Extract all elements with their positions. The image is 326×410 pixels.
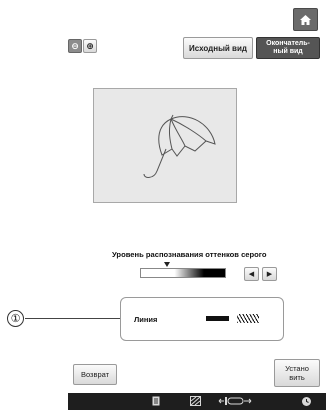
- line-setting-panel: Линия: [120, 297, 284, 341]
- gradient-marker: [164, 262, 170, 267]
- line-label: Линия: [134, 315, 158, 324]
- callout-number: ①: [7, 310, 24, 327]
- clock-icon[interactable]: [301, 396, 312, 410]
- preview-area: [93, 88, 237, 203]
- bottom-status-bar: [68, 393, 326, 410]
- original-view-button[interactable]: Исходный вид: [183, 37, 253, 59]
- width-icon[interactable]: [218, 396, 252, 409]
- increase-button[interactable]: ▶: [262, 267, 277, 281]
- solid-line-option[interactable]: [206, 316, 229, 321]
- right-arrow-icon: ▶: [266, 271, 273, 278]
- fabric-icon[interactable]: [190, 396, 201, 409]
- zoom-in-button[interactable]: ⊕: [83, 39, 97, 53]
- left-arrow-icon: ◀: [248, 271, 255, 278]
- decrease-button[interactable]: ◀: [244, 267, 259, 281]
- zoom-out-icon: ⊖: [71, 40, 79, 51]
- grayscale-gradient: [140, 268, 226, 278]
- zoom-out-button[interactable]: ⊖: [68, 39, 82, 53]
- home-button[interactable]: [293, 8, 318, 31]
- grayscale-level-label: Уровень распознавания оттенков серого: [112, 250, 267, 259]
- return-button[interactable]: Возврат: [73, 364, 117, 385]
- set-label: Устано вить: [285, 364, 309, 382]
- hatched-line-option[interactable]: [237, 314, 259, 323]
- set-button[interactable]: Устано вить: [274, 359, 320, 387]
- umbrella-drawing: [143, 114, 216, 178]
- zoom-in-icon: ⊕: [86, 40, 94, 51]
- final-view-button[interactable]: Окончатель-ный вид: [256, 37, 320, 59]
- callout-line: [25, 318, 120, 319]
- home-icon: [300, 15, 311, 25]
- document-icon[interactable]: [152, 396, 160, 409]
